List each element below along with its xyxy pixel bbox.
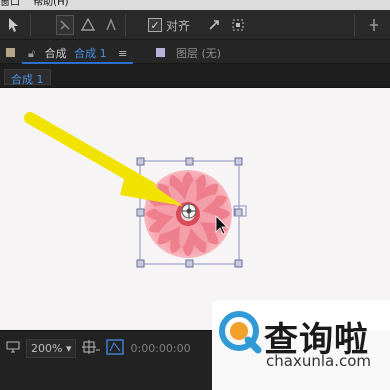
watermark-url: chaxunla.com	[266, 352, 371, 370]
menu-item-window[interactable]: 窗口	[0, 0, 20, 8]
panel-menu-icon[interactable]: ≡	[118, 47, 127, 60]
toolbar: ✓ 对齐	[0, 10, 390, 40]
panel-color-swatch	[6, 48, 15, 57]
composition-viewer[interactable]	[0, 88, 390, 330]
tab-composition-1[interactable]: 合成 1	[4, 69, 51, 86]
lock-icon[interactable]: 🔓︎	[28, 47, 35, 60]
transform-handle[interactable]	[234, 157, 243, 166]
pan-behind-tool-icon[interactable]	[56, 15, 74, 35]
pen-tool-icon[interactable]	[104, 15, 118, 35]
mask-toggle-icon[interactable]	[106, 338, 125, 358]
transform-handle[interactable]	[136, 157, 145, 166]
more-tools-icon[interactable]	[366, 15, 382, 35]
tab-composition[interactable]: 🔓︎ 合成 合成 1 ≡	[22, 40, 134, 64]
transform-handle[interactable]	[185, 259, 194, 268]
align-toggle[interactable]: ✓ 对齐	[134, 15, 204, 35]
shape-tool-icon[interactable]	[80, 15, 96, 35]
tab-layer[interactable]: 图层 (无)	[176, 45, 221, 61]
transform-handle[interactable]	[136, 208, 145, 217]
panel-header: 🔓︎ 合成 合成 1 ≡ 图层 (无)	[0, 40, 390, 64]
toolbar-divider	[354, 14, 355, 36]
anchor-point-icon[interactable]	[181, 203, 197, 219]
monitor-icon[interactable]	[6, 341, 20, 356]
align-label: 对齐	[165, 18, 190, 33]
chevron-down-icon: ▾	[65, 341, 72, 355]
annotation-arrow	[24, 112, 183, 206]
transform-handle[interactable]	[136, 259, 145, 268]
transform-handle[interactable]	[234, 259, 243, 268]
watermark: 查询啦 chaxunla.com	[212, 300, 390, 390]
transform-handle[interactable]	[234, 208, 243, 217]
watermark-logo-icon	[218, 310, 262, 354]
current-time[interactable]: 0:00:00:00	[130, 342, 190, 355]
composition-tab-bar: 合成 1	[0, 64, 390, 88]
layer-panel-swatch	[156, 48, 165, 57]
selection-tool-icon[interactable]	[6, 15, 20, 35]
zoom-dropdown[interactable]: 200% ▾	[26, 338, 77, 358]
align-checkbox[interactable]: ✓	[147, 18, 162, 32]
viewer-canvas	[24, 112, 247, 268]
toolbar-divider	[125, 14, 126, 36]
menu-bar: 窗口 帮助(H)	[0, 0, 390, 10]
region-of-interest-icon[interactable]	[82, 339, 101, 357]
menu-item-help[interactable]: 帮助(H)	[33, 0, 68, 8]
composition-name: 合成 1	[74, 47, 107, 60]
zoom-value: 200%	[31, 341, 63, 355]
transform-handle[interactable]	[185, 157, 194, 166]
toolbar-divider	[30, 14, 31, 36]
composition-label: 合成	[44, 47, 67, 60]
snap-box-icon[interactable]	[230, 15, 246, 35]
snap-icon[interactable]	[206, 15, 222, 35]
